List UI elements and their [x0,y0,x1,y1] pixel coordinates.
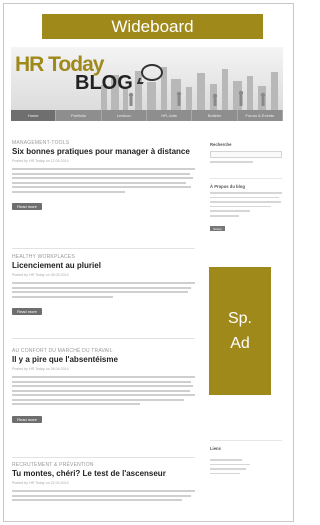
post-title[interactable]: Il y a pire que l'absentéisme [12,355,195,365]
post-meta: Posted by HR Today on 05.05.2014 [12,273,69,277]
post-4: Recrutement & Prévention Tu montes, chér… [12,462,195,504]
post-meta: Posted by HR Today on 22.04.2014 [12,481,69,485]
sidebar-text-line [210,214,239,217]
sidebar-links: Liens [210,446,282,475]
sidebar-links-title: Liens [210,446,221,451]
read-more-button[interactable]: Read more [12,308,42,315]
read-more-button[interactable]: Read more [12,415,42,423]
nav-item-home[interactable]: Home [11,110,57,121]
sidebar-text-line [210,161,254,163]
post-divider [12,248,195,249]
sidebar-about: À Propos du blog Suivre [210,184,282,235]
sponsored-ad-line1: Sp. [227,310,252,327]
sidebar-text-line [210,192,282,194]
sidebar-text-line [210,210,250,212]
nav-item-forum-events[interactable]: Forum & Events [238,110,283,121]
sidebar-search: Recherche [210,142,282,163]
sidebar-search-title: Recherche [210,142,232,147]
post-category[interactable]: Au confort du marché du travail [12,348,195,354]
sidebar-link[interactable] [210,459,243,461]
nav-item-portfolio[interactable]: Portfolio [56,110,102,121]
wideboard-ad-label: Wideboard [111,16,194,36]
main-nav: Home Portfolio Lexikon HR-Jobs Bulletin … [11,110,283,121]
post-title[interactable]: Tu montes, chéri? Le test de l'ascenseur [12,469,195,479]
wideboard-ad[interactable]: Wideboard [42,14,263,39]
post-excerpt [12,490,195,501]
nav-item-lexikon[interactable]: Lexikon [102,110,147,121]
sidebar-divider [210,178,282,179]
post-meta: Posted by HR Today on 28.04.2014 [12,367,69,371]
sidebar-text-line [210,205,272,208]
post-divider [12,457,195,458]
sidebar-link[interactable] [210,468,246,470]
post-divider [12,338,195,339]
sidebar-link[interactable] [210,472,241,475]
read-more-button[interactable]: Read more [12,203,42,210]
post-title[interactable]: Licenciement au pluriel [12,261,195,271]
post-1: Management-Tools Six bonnes pratiques po… [12,140,195,213]
post-meta: Posted by HR Today on 12.05.2014 [12,159,69,163]
sidebar-text-line [210,201,281,203]
sidebar-link[interactable] [210,463,250,466]
post-3: Au confort du marché du travail Il y a p… [12,348,195,426]
sidebar-text-line [210,196,280,199]
post-excerpt [12,168,195,193]
post-category[interactable]: Healthy Workplaces [12,254,195,260]
post-category[interactable]: Recrutement & Prévention [12,462,195,468]
post-excerpt [12,282,195,298]
follow-button[interactable]: Suivre [210,226,225,232]
nav-item-hr-jobs[interactable]: HR-Jobs [147,110,193,121]
nav-item-bulletin[interactable]: Bulletin [192,110,238,121]
sponsored-ad-line2: Ad [230,335,250,352]
search-input[interactable] [210,151,282,158]
post-category[interactable]: Management-Tools [12,140,195,146]
sponsored-ad[interactable]: Sp. Ad [209,267,271,395]
sidebar-about-title: À Propos du blog [210,184,245,189]
post-title[interactable]: Six bonnes pratiques pour manager à dist… [12,147,195,157]
logo-text-blog: BLOG [75,72,133,94]
blog-header: HR Today BLOG [11,47,283,110]
sidebar-divider [210,440,282,441]
post-2: Healthy Workplaces Licenciement au pluri… [12,254,195,318]
post-excerpt [12,376,195,405]
